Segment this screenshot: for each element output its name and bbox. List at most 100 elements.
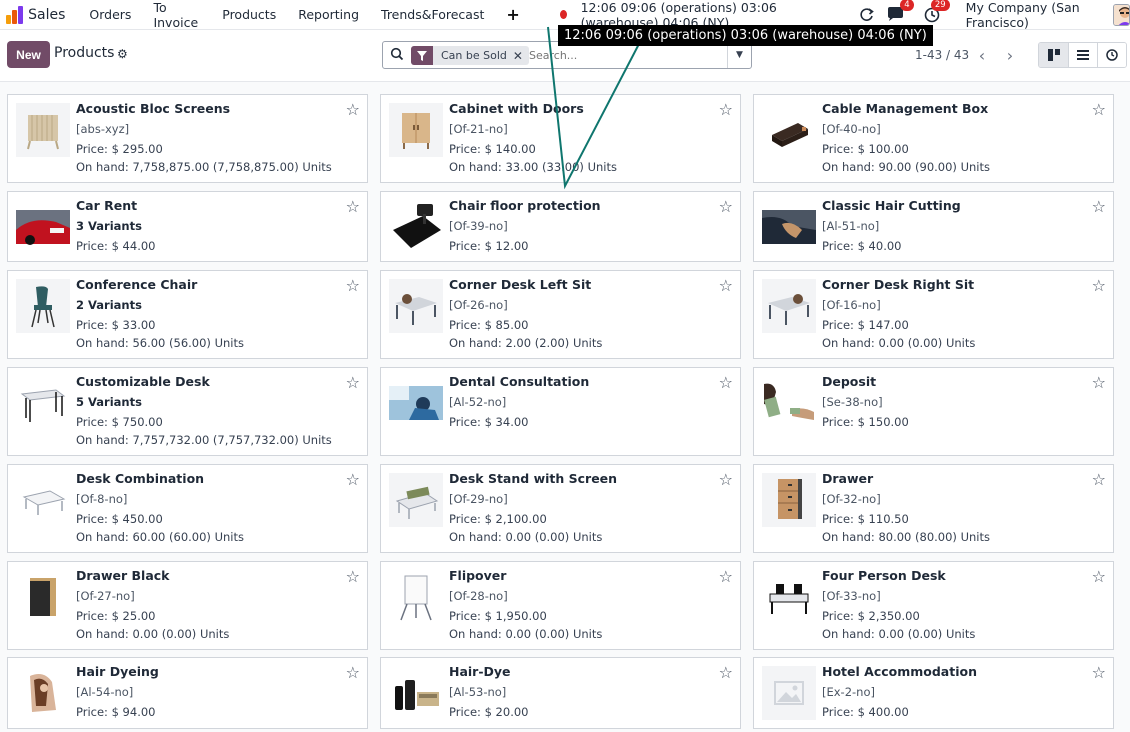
favorite-star-icon[interactable]: ☆ — [1092, 663, 1106, 682]
menu-products[interactable]: Products — [222, 7, 276, 22]
product-card[interactable]: Flipover [Of-28-no] Price: $ 1,950.00 On… — [380, 561, 741, 650]
product-name: Cabinet with Doors — [449, 101, 584, 116]
favorite-star-icon[interactable]: ☆ — [719, 197, 733, 216]
product-reference: [Al-54-no] — [76, 685, 134, 699]
menu-orders[interactable]: Orders — [89, 7, 131, 22]
product-card[interactable]: Four Person Desk [Of-33-no] Price: $ 2,3… — [753, 561, 1114, 650]
product-card[interactable]: Hair Dyeing [Al-54-no] Price: $ 94.00 ☆ — [7, 657, 368, 729]
favorite-star-icon[interactable]: ☆ — [1092, 373, 1106, 392]
favorite-star-icon[interactable]: ☆ — [1092, 100, 1106, 119]
product-card[interactable]: Chair floor protection [Of-39-no] Price:… — [380, 191, 741, 262]
user-avatar[interactable] — [1112, 3, 1130, 26]
favorite-star-icon[interactable]: ☆ — [1092, 567, 1106, 586]
product-card[interactable]: Hotel Accommodation [Ex-2-no] Price: $ 4… — [753, 657, 1114, 729]
product-on-hand: On hand: 0.00 (0.00) Units — [822, 336, 976, 350]
chair-icon — [16, 279, 70, 333]
favorite-star-icon[interactable]: ☆ — [719, 470, 733, 489]
product-name: Conference Chair — [76, 277, 198, 292]
favorite-star-icon[interactable]: ☆ — [346, 373, 360, 392]
product-card[interactable]: Car Rent 3 Variants Price: $ 44.00 ☆ — [7, 191, 368, 262]
favorite-star-icon[interactable]: ☆ — [346, 276, 360, 295]
product-on-hand: On hand: 0.00 (0.00) Units — [76, 627, 230, 641]
new-button[interactable]: New — [7, 41, 50, 68]
menu-trends-forecast[interactable]: Trends&Forecast — [381, 7, 484, 22]
favorite-star-icon[interactable]: ☆ — [1092, 197, 1106, 216]
corner-desk-icon — [389, 279, 443, 333]
product-price: Price: $ 400.00 — [822, 705, 909, 719]
product-card[interactable]: Deposit [Se-38-no] Price: $ 150.00 ☆ — [753, 367, 1114, 456]
product-reference: [Of-32-no] — [822, 492, 881, 506]
product-card[interactable]: Conference Chair 2 Variants Price: $ 33.… — [7, 270, 368, 359]
favorite-star-icon[interactable]: ☆ — [346, 197, 360, 216]
product-on-hand: On hand: 7,757,732.00 (7,757,732.00) Uni… — [76, 433, 332, 447]
pager-value[interactable]: 1-43 / 43 — [915, 48, 969, 62]
product-card[interactable]: Dental Consultation [Al-52-no] Price: $ … — [380, 367, 741, 456]
product-card[interactable]: Customizable Desk 5 Variants Price: $ 75… — [7, 367, 368, 456]
favorite-star-icon[interactable]: ☆ — [719, 276, 733, 295]
product-on-hand: On hand: 33.00 (33.00) Units — [449, 160, 617, 174]
search-facet[interactable]: Can be Sold ✕ — [411, 46, 529, 65]
favorite-star-icon[interactable]: ☆ — [719, 373, 733, 392]
hair-dye-icon — [16, 666, 70, 720]
product-card[interactable]: Drawer [Of-32-no] Price: $ 110.50 On han… — [753, 464, 1114, 553]
sales-app-icon[interactable] — [6, 5, 23, 24]
next-page-icon[interactable]: › — [996, 42, 1024, 68]
product-reference: [Al-53-no] — [449, 685, 507, 699]
favorite-star-icon[interactable]: ☆ — [346, 470, 360, 489]
product-name: Corner Desk Right Sit — [822, 277, 975, 292]
favorite-star-icon[interactable]: ☆ — [719, 663, 733, 682]
product-price: Price: $ 100.00 — [822, 142, 909, 156]
product-name: Hotel Accommodation — [822, 664, 977, 679]
menu-to-invoice[interactable]: To Invoice — [153, 0, 200, 30]
product-card[interactable]: Drawer Black [Of-27-no] Price: $ 25.00 O… — [7, 561, 368, 650]
haircut-icon — [762, 200, 816, 254]
product-card[interactable]: Cabinet with Doors [Of-21-no] Price: $ 1… — [380, 94, 741, 183]
product-card[interactable]: Acoustic Bloc Screens [abs-xyz] Price: $… — [7, 94, 368, 183]
product-card[interactable]: Corner Desk Left Sit [Of-26-no] Price: $… — [380, 270, 741, 359]
product-reference: [Of-26-no] — [449, 298, 508, 312]
acoustic-screen-icon — [16, 103, 70, 157]
plus-icon[interactable]: + — [506, 5, 519, 24]
product-card[interactable]: Desk Stand with Screen [Of-29-no] Price:… — [380, 464, 741, 553]
favorite-star-icon[interactable]: ☆ — [346, 567, 360, 586]
product-card[interactable]: Desk Combination [Of-8-no] Price: $ 450.… — [7, 464, 368, 553]
dental-icon — [389, 376, 443, 430]
car-icon — [16, 200, 70, 254]
favorite-star-icon[interactable]: ☆ — [1092, 276, 1106, 295]
floor-mat-icon — [389, 200, 443, 254]
product-name: Hair-Dye — [449, 664, 511, 679]
product-card[interactable]: Corner Desk Right Sit [Of-16-no] Price: … — [753, 270, 1114, 359]
menu-reporting[interactable]: Reporting — [298, 7, 359, 22]
company-switcher[interactable]: My Company (San Francisco) — [966, 0, 1103, 30]
messages-icon[interactable]: 4 — [887, 0, 914, 24]
product-card[interactable]: Cable Management Box [Of-40-no] Price: $… — [753, 94, 1114, 183]
product-price: Price: $ 85.00 — [449, 318, 529, 332]
activity-view-icon[interactable] — [1097, 43, 1126, 67]
product-reference: [Al-51-no] — [822, 219, 880, 233]
favorite-star-icon[interactable]: ☆ — [346, 100, 360, 119]
product-card[interactable]: Hair-Dye [Al-53-no] Price: $ 20.00 ☆ — [380, 657, 741, 729]
product-card[interactable]: Classic Hair Cutting [Al-51-no] Price: $… — [753, 191, 1114, 262]
product-on-hand: On hand: 60.00 (60.00) Units — [76, 530, 244, 544]
product-variants: 3 Variants — [76, 219, 142, 233]
recording-dot-icon[interactable] — [559, 10, 567, 19]
refresh-icon[interactable] — [859, 6, 875, 24]
favorite-star-icon[interactable]: ☆ — [1092, 470, 1106, 489]
product-name: Desk Combination — [76, 471, 205, 486]
favorite-star-icon[interactable]: ☆ — [346, 663, 360, 682]
gear-icon[interactable]: ⚙ — [117, 47, 128, 61]
product-price: Price: $ 94.00 — [76, 705, 156, 719]
favorite-star-icon[interactable]: ☆ — [719, 100, 733, 119]
list-view-icon[interactable] — [1068, 43, 1097, 67]
kanban-view-icon[interactable] — [1039, 43, 1068, 67]
activities-clock-icon[interactable]: 29 — [924, 0, 950, 24]
product-price: Price: $ 2,100.00 — [449, 512, 547, 526]
app-name[interactable]: Sales — [28, 7, 65, 23]
favorite-star-icon[interactable]: ☆ — [719, 567, 733, 586]
remove-facet-icon[interactable]: ✕ — [513, 49, 529, 63]
four-person-desk-icon — [762, 570, 816, 624]
search-input[interactable] — [529, 47, 719, 64]
previous-page-icon[interactable]: ‹ — [968, 42, 996, 68]
messages-badge: 4 — [900, 0, 914, 11]
product-reference: [Of-39-no] — [449, 219, 508, 233]
